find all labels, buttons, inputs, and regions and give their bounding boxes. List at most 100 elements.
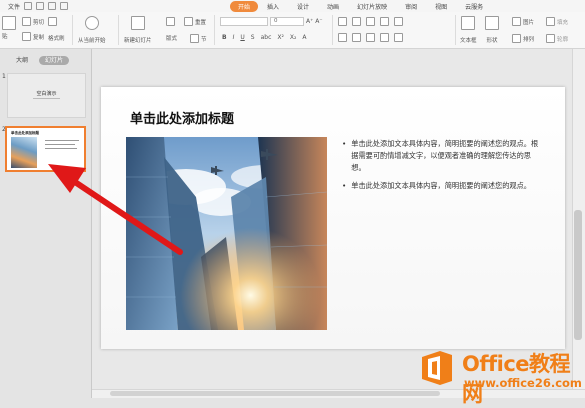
- tab-insert[interactable]: 插入: [258, 1, 288, 12]
- thumbnail-text-line: [45, 148, 77, 149]
- increase-font-icon[interactable]: A⁺: [306, 18, 313, 25]
- fill-button[interactable]: 填充: [546, 17, 568, 26]
- tab-animation[interactable]: 动画: [318, 1, 348, 12]
- superscript-icon[interactable]: X²: [277, 34, 284, 41]
- slide-thumbnail-1[interactable]: 空白演示: [7, 73, 86, 118]
- copy-icon: [22, 32, 31, 41]
- save-icon[interactable]: [24, 2, 33, 10]
- layout-icon: [166, 17, 175, 26]
- fill-label: 填充: [557, 19, 569, 26]
- layout-dropdown[interactable]: 版式: [166, 34, 177, 42]
- watermark: Office教程网 www.office26.com: [418, 345, 585, 406]
- bullet-dot: •: [342, 139, 347, 148]
- tab-slideshow[interactable]: 幻灯片放映: [348, 1, 396, 12]
- font-style-group: B I U S abc X² X₂ A: [222, 34, 307, 41]
- format-painter-button[interactable]: 格式刷: [48, 17, 65, 42]
- slide-thumbnail-2[interactable]: 单击此处添加标题: [5, 126, 86, 172]
- indent-icon[interactable]: [380, 17, 389, 26]
- from-current-label: 从当前开始: [78, 38, 106, 44]
- tab-home[interactable]: 开始: [230, 0, 259, 12]
- reset-icon: [184, 17, 193, 26]
- layout-button[interactable]: [166, 17, 175, 26]
- shape-button[interactable]: 形状: [485, 16, 499, 44]
- underline-icon[interactable]: U: [240, 34, 244, 41]
- vertical-scroll-thumb[interactable]: [574, 210, 582, 340]
- bold-icon[interactable]: B: [222, 34, 227, 41]
- shadow-icon[interactable]: S: [251, 34, 255, 41]
- undo-icon[interactable]: [48, 2, 57, 10]
- shape-label: 形状: [486, 38, 498, 44]
- decrease-font-icon[interactable]: A⁻: [315, 18, 322, 25]
- align-right-icon[interactable]: [366, 33, 375, 42]
- copy-button[interactable]: 复制: [22, 32, 44, 41]
- justify-icon[interactable]: [380, 33, 389, 42]
- bullet-item: • 单击此处添加文本具体内容，简明扼要的阐述您的观点。根据需要可酌情增减文字，以…: [342, 138, 542, 174]
- ribbon-divider: [455, 15, 456, 45]
- bullet-text: 单击此处添加文本具体内容，简明扼要的阐述您的观点。: [351, 181, 531, 190]
- numbered-list-icon[interactable]: [352, 17, 361, 26]
- horizontal-scroll-thumb[interactable]: [110, 391, 440, 396]
- slide-content-textbox[interactable]: • 单击此处添加文本具体内容，简明扼要的阐述您的观点。根据需要可酌情增减文字，以…: [342, 138, 542, 198]
- tab-cloud[interactable]: 云服务: [456, 1, 492, 12]
- line-spacing-icon[interactable]: [394, 17, 403, 26]
- print-icon[interactable]: [36, 2, 45, 10]
- bullet-item: • 单击此处添加文本具体内容，简明扼要的阐述您的观点。: [342, 180, 542, 192]
- cut-button[interactable]: 剪切: [22, 17, 44, 26]
- italic-icon[interactable]: I: [233, 34, 235, 41]
- align-center-icon[interactable]: [352, 33, 361, 42]
- textbox-icon: [461, 16, 476, 30]
- tab-view[interactable]: 视图: [426, 1, 456, 12]
- font-size-select[interactable]: 0: [270, 17, 304, 26]
- font-family-select[interactable]: [220, 17, 268, 26]
- skyscraper-photo[interactable]: [126, 137, 327, 330]
- title-bar: 文件 开始 插入 设计 动画 幻灯片放映 审阅 视图 云服务: [0, 0, 585, 12]
- paragraph-group: [338, 17, 403, 26]
- textbox-label: 文本框: [460, 38, 477, 44]
- columns-icon[interactable]: [394, 33, 403, 42]
- thumbnail-text-line: [45, 140, 79, 141]
- new-slide-button[interactable]: 新建幻灯片: [124, 16, 152, 44]
- tab-design[interactable]: 设计: [288, 1, 318, 12]
- tab-review[interactable]: 审阅: [396, 1, 426, 12]
- cut-label: 剪切: [33, 19, 45, 26]
- tab-slides[interactable]: 幻灯片: [39, 56, 70, 65]
- strikethrough-icon[interactable]: abc: [261, 34, 272, 41]
- outdent-icon[interactable]: [366, 17, 375, 26]
- textbox-button[interactable]: 文本框: [460, 16, 477, 44]
- panel-tabs: 大纲 幻灯片: [10, 56, 70, 65]
- tab-outline[interactable]: 大纲: [10, 56, 34, 65]
- picture-label: 图片: [523, 19, 535, 26]
- thumbnail-subtitle-line: [33, 98, 60, 99]
- bullet-text: 单击此处添加文本具体内容，简明扼要的阐述您的观点。根据需要可酌情增减文字，以便观…: [351, 139, 539, 172]
- arrange-button[interactable]: 排列: [512, 34, 534, 43]
- ribbon-divider: [118, 15, 119, 45]
- redo-icon[interactable]: [60, 2, 69, 10]
- slide-title[interactable]: 单击此处添加标题: [130, 108, 234, 127]
- subscript-icon[interactable]: X₂: [290, 34, 297, 41]
- shape-icon: [485, 16, 499, 30]
- arrange-label: 排列: [523, 36, 535, 43]
- reset-button[interactable]: 重置: [184, 17, 206, 26]
- outline-label: 轮廓: [557, 36, 569, 43]
- fill-icon: [546, 17, 555, 26]
- from-current-button[interactable]: 从当前开始: [78, 16, 106, 44]
- quick-access-toolbar: 文件: [0, 2, 230, 11]
- watermark-url: www.office26.com: [464, 376, 582, 390]
- outline-button[interactable]: 轮廓: [546, 34, 568, 43]
- picture-button[interactable]: 图片: [512, 17, 534, 26]
- brush-icon: [48, 17, 57, 26]
- paste-label: 贴: [2, 34, 8, 40]
- section-dropdown[interactable]: 节: [190, 34, 207, 43]
- file-menu[interactable]: 文件: [8, 2, 20, 11]
- slide-number: 1: [2, 73, 6, 80]
- section-icon: [190, 34, 199, 43]
- paste-group[interactable]: 贴: [2, 16, 16, 40]
- outline-icon: [546, 34, 555, 43]
- thumbnail-title: 空白演示: [36, 91, 57, 97]
- new-slide-icon: [130, 16, 145, 30]
- thumbnail-title: 单击此处添加标题: [11, 131, 39, 135]
- bullet-list-icon[interactable]: [338, 17, 347, 26]
- font-color-icon[interactable]: A: [302, 34, 306, 41]
- align-left-icon[interactable]: [338, 33, 347, 42]
- paste-icon[interactable]: [2, 16, 16, 30]
